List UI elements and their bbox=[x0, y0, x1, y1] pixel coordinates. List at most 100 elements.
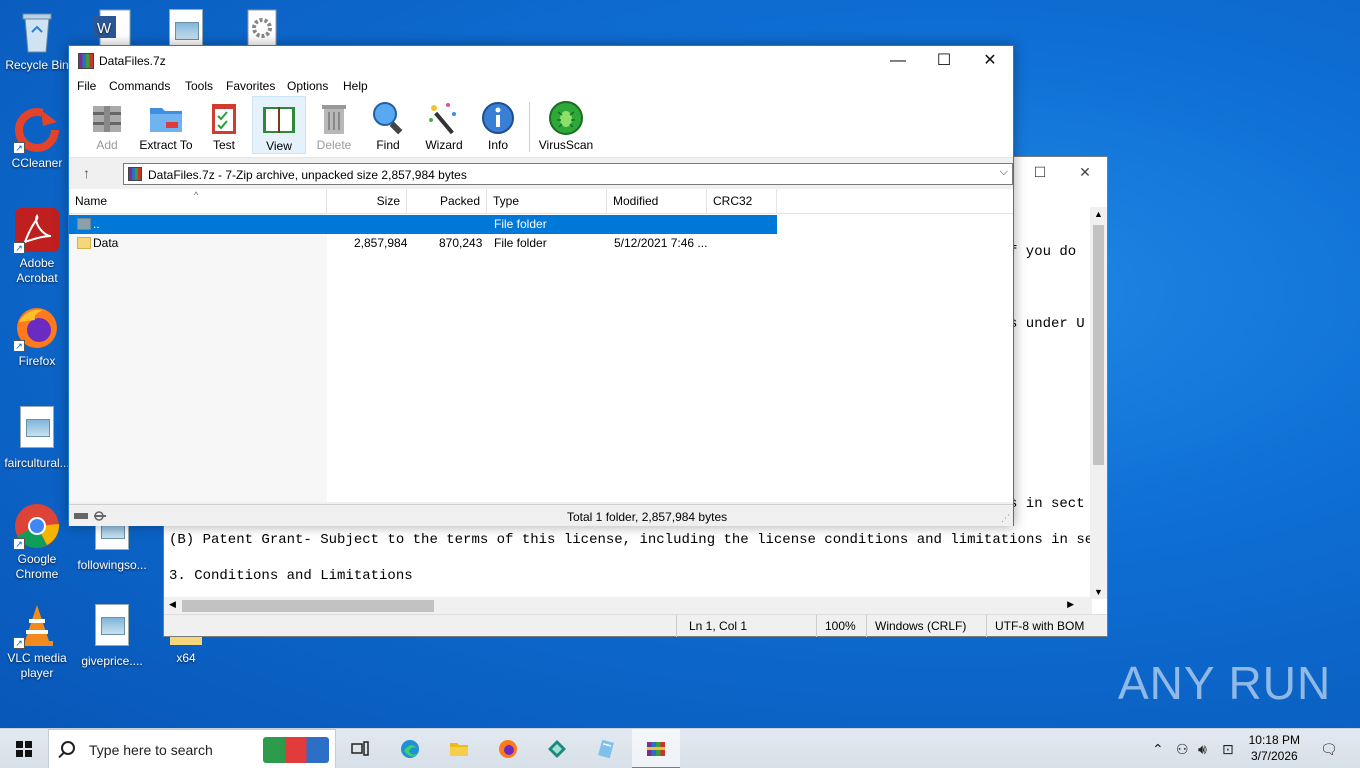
clock-time: 10:18 PM bbox=[1248, 733, 1300, 747]
scroll-thumb[interactable] bbox=[1093, 225, 1104, 465]
network-icon[interactable]: ⊡ bbox=[1222, 741, 1234, 758]
add-button[interactable]: Add bbox=[80, 96, 134, 154]
winrar-titlebar[interactable]: DataFiles.7z — ☐ ✕ bbox=[69, 46, 1013, 76]
notepad-statusbar: Ln 1, Col 1 100% Windows (CRLF) UTF-8 wi… bbox=[164, 614, 1107, 637]
column-modified[interactable]: Modified bbox=[607, 189, 707, 214]
resize-grip-icon[interactable]: ⋰ bbox=[1001, 513, 1010, 524]
magnifier-icon bbox=[370, 100, 406, 136]
delete-button[interactable]: Delete bbox=[307, 96, 361, 154]
desktop-icon-adobe-acrobat[interactable]: ↗ Adobe Acrobat bbox=[1, 206, 73, 286]
path-text: DataFiles.7z - 7-Zip archive, unpacked s… bbox=[148, 168, 467, 182]
taskbar-search-box[interactable]: Type here to search bbox=[48, 729, 336, 768]
google-chrome-icon: ↗ bbox=[13, 502, 61, 550]
search-icon bbox=[61, 741, 75, 755]
archive-icon bbox=[128, 167, 142, 181]
find-button[interactable]: Find bbox=[361, 96, 415, 154]
svg-text:W: W bbox=[97, 20, 112, 37]
up-arrow-icon[interactable]: ↑ bbox=[83, 165, 90, 181]
desktop-icon-firefox[interactable]: ↗ Firefox bbox=[1, 304, 73, 369]
table-row[interactable]: Data 2,857,984 870,243 File folder 5/12/… bbox=[69, 234, 777, 253]
vlc-cone-icon: ↗ bbox=[13, 601, 61, 649]
volume-icon[interactable]: 🔊︎ bbox=[1198, 741, 1207, 758]
menu-options[interactable]: Options bbox=[287, 79, 328, 93]
folder-icon bbox=[77, 237, 91, 249]
task-view-button[interactable] bbox=[336, 729, 384, 768]
shortcut-arrow-icon: ↗ bbox=[13, 538, 25, 550]
column-packed[interactable]: Packed bbox=[407, 189, 487, 214]
menu-favorites[interactable]: Favorites bbox=[226, 79, 275, 93]
adobe-acrobat-icon: ↗ bbox=[13, 206, 61, 254]
virusscan-button[interactable]: VirusScan bbox=[538, 96, 594, 154]
file-list[interactable]: Name ^ Size Packed Type Modified CRC32 ..… bbox=[69, 189, 1013, 502]
recycle-bin-icon bbox=[13, 8, 61, 56]
desktop-icon-faircultural[interactable]: faircultural... bbox=[1, 403, 73, 471]
clock-date: 3/7/2026 bbox=[1250, 749, 1298, 763]
vertical-scrollbar[interactable]: ▲ ▼ bbox=[1090, 207, 1107, 599]
start-button[interactable] bbox=[0, 729, 48, 768]
winrar-window[interactable]: DataFiles.7z — ☐ ✕ File Commands Tools F… bbox=[68, 45, 1014, 526]
extract-folder-icon bbox=[148, 100, 184, 136]
close-button[interactable]: ✕ bbox=[967, 46, 1013, 76]
line-ending: Windows (CRLF) bbox=[875, 619, 967, 633]
horizontal-scrollbar[interactable]: ◀ ▶ bbox=[164, 597, 1092, 614]
maximize-button[interactable]: ☐ bbox=[921, 46, 967, 76]
desktop-icon-recycle-bin[interactable]: Recycle Bin bbox=[1, 8, 73, 73]
text-line: f you do bbox=[1009, 244, 1077, 260]
clock[interactable]: 10:18 PM 3/7/2026 bbox=[1249, 732, 1300, 764]
taskbar-edge[interactable] bbox=[386, 729, 434, 768]
magic-wand-icon bbox=[426, 100, 462, 136]
taskbar-file-explorer[interactable] bbox=[435, 729, 483, 768]
meet-now-icon[interactable]: ⚇ bbox=[1176, 741, 1189, 758]
menu-commands[interactable]: Commands bbox=[109, 79, 170, 93]
menu-tools[interactable]: Tools bbox=[185, 79, 213, 93]
chevron-down-icon[interactable]: ⌵ bbox=[1000, 166, 1008, 179]
path-field[interactable]: DataFiles.7z - 7-Zip archive, unpacked s… bbox=[123, 163, 1013, 185]
status-text: Total 1 folder, 2,857,984 bytes bbox=[567, 510, 728, 524]
column-name[interactable]: Name ^ bbox=[69, 189, 327, 214]
scroll-down-icon[interactable]: ▼ bbox=[1094, 587, 1103, 597]
drive-key-icon[interactable] bbox=[74, 511, 110, 521]
extract-to-button[interactable]: Extract To bbox=[139, 96, 193, 154]
taskbar-winrar[interactable] bbox=[632, 729, 680, 768]
scroll-right-icon[interactable]: ▶ bbox=[1067, 599, 1074, 610]
notification-icon[interactable]: 🗨︎ bbox=[1320, 741, 1338, 758]
desktop-icon-vlc[interactable]: ↗ VLC media player bbox=[1, 601, 73, 681]
desktop-icon-giveprice[interactable]: giveprice.... bbox=[76, 601, 148, 669]
window-title: DataFiles.7z bbox=[99, 54, 166, 68]
column-crc32[interactable]: CRC32 bbox=[707, 189, 777, 214]
text-line: s in sect bbox=[1009, 496, 1085, 512]
close-icon[interactable]: ✕ bbox=[1075, 162, 1095, 182]
view-button[interactable]: View bbox=[252, 96, 306, 154]
taskbar: Type here to search ⌃ ⚇ 🔊︎ ⊡ 10:18 PM 3/… bbox=[0, 728, 1360, 768]
desktop-icon-ccleaner[interactable]: ↗ CCleaner bbox=[1, 106, 73, 171]
parent-folder-icon bbox=[77, 218, 91, 230]
info-button[interactable]: Info bbox=[471, 96, 525, 154]
firefox-icon: ↗ bbox=[13, 304, 61, 352]
wizard-button[interactable]: Wizard bbox=[417, 96, 471, 154]
taskbar-notes-app[interactable] bbox=[582, 729, 630, 768]
table-row[interactable]: .. File folder bbox=[69, 215, 777, 234]
toolbar: Add Extract To Test View Delete Find Wiz… bbox=[69, 96, 1013, 158]
add-archive-icon bbox=[89, 100, 125, 136]
taskbar-firefox[interactable] bbox=[484, 729, 532, 768]
search-highlight-gifts-icon[interactable] bbox=[263, 737, 329, 763]
taskbar-app[interactable] bbox=[533, 729, 581, 768]
winrar-statusbar: Total 1 folder, 2,857,984 bytes ⋰ bbox=[69, 504, 1013, 526]
menu-file[interactable]: File bbox=[77, 79, 96, 93]
minimize-button[interactable]: — bbox=[875, 46, 921, 76]
menu-help[interactable]: Help bbox=[343, 79, 368, 93]
test-button[interactable]: Test bbox=[197, 96, 251, 154]
maximize-icon[interactable]: ☐ bbox=[1030, 162, 1050, 182]
scroll-left-icon[interactable]: ◀ bbox=[169, 599, 176, 610]
column-type[interactable]: Type bbox=[487, 189, 607, 214]
column-size[interactable]: Size bbox=[327, 189, 407, 214]
shortcut-arrow-icon: ↗ bbox=[13, 340, 25, 352]
scroll-up-icon[interactable]: ▲ bbox=[1094, 209, 1103, 219]
system-tray: ⌃ ⚇ 🔊︎ ⊡ 10:18 PM 3/7/2026 🗨︎ bbox=[1140, 729, 1360, 768]
desktop-icon-google-chrome[interactable]: ↗ Google Chrome bbox=[1, 502, 73, 582]
toolbar-divider bbox=[529, 102, 530, 152]
info-icon bbox=[480, 100, 516, 136]
image-file-icon bbox=[20, 406, 54, 448]
chevron-up-icon[interactable]: ⌃ bbox=[1152, 741, 1164, 758]
scroll-thumb[interactable] bbox=[182, 600, 434, 612]
